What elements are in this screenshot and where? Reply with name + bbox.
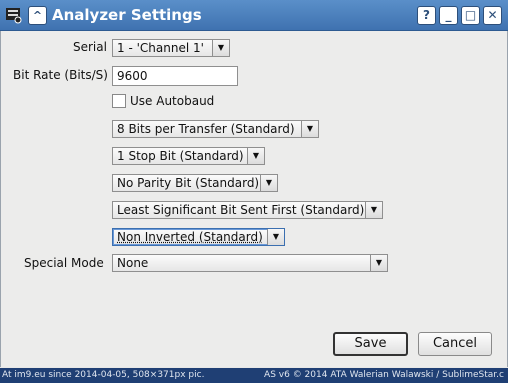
bitrate-input[interactable]: 9600 bbox=[112, 66, 238, 86]
special-mode-dropdown[interactable]: None ▼ bbox=[112, 254, 388, 272]
special-mode-label: Special Mode bbox=[24, 256, 104, 270]
parity-value: No Parity Bit (Standard) bbox=[117, 176, 260, 190]
stop-bits-dropdown[interactable]: 1 Stop Bit (Standard) ▼ bbox=[112, 147, 265, 165]
app-icon bbox=[5, 6, 23, 24]
window-title: Analyzer Settings bbox=[52, 6, 202, 24]
chevron-down-icon: ▼ bbox=[267, 229, 284, 245]
minimize-button[interactable]: _ bbox=[439, 6, 458, 25]
autobaud-checkbox[interactable] bbox=[112, 94, 126, 108]
chevron-down-icon: ▼ bbox=[370, 255, 387, 271]
close-button[interactable]: ✕ bbox=[483, 6, 502, 25]
stop-bits-value: 1 Stop Bit (Standard) bbox=[117, 149, 244, 163]
chevron-down-icon: ▼ bbox=[365, 202, 382, 218]
serial-dropdown[interactable]: 1 - 'Channel 1' ▼ bbox=[112, 39, 230, 57]
parity-dropdown[interactable]: No Parity Bit (Standard) ▼ bbox=[112, 174, 278, 192]
dialog-content: Serial 1 - 'Channel 1' ▼ Bit Rate (Bits/… bbox=[0, 31, 508, 367]
footer-bar: At im9.eu since 2014-04-05, 508×371px pi… bbox=[0, 368, 508, 383]
save-button[interactable]: Save bbox=[333, 332, 408, 356]
chevron-down-icon: ▼ bbox=[301, 121, 318, 137]
bit-order-value: Least Significant Bit Sent First (Standa… bbox=[117, 203, 365, 217]
autobaud-label: Use Autobaud bbox=[130, 94, 215, 108]
title-bar: ^ Analyzer Settings ? _ □ ✕ bbox=[0, 0, 508, 31]
chevron-down-icon: ▼ bbox=[260, 175, 277, 191]
footer-right-text: AS v6 © 2014 ATA Walerian Walawski / Sub… bbox=[264, 370, 504, 380]
bitrate-value: 9600 bbox=[117, 69, 148, 83]
chevron-down-icon: ▼ bbox=[212, 40, 229, 56]
collapse-icon[interactable]: ^ bbox=[28, 6, 47, 25]
serial-label: Serial bbox=[73, 40, 107, 54]
footer-left-text: At im9.eu since 2014-04-05, 508×371px pi… bbox=[2, 370, 205, 380]
serial-value: 1 - 'Channel 1' bbox=[117, 41, 204, 55]
inversion-value: Non Inverted (Standard) bbox=[117, 230, 263, 244]
bits-per-transfer-value: 8 Bits per Transfer (Standard) bbox=[117, 122, 295, 136]
bit-order-dropdown[interactable]: Least Significant Bit Sent First (Standa… bbox=[112, 201, 383, 219]
chevron-down-icon: ▼ bbox=[247, 148, 264, 164]
bits-per-transfer-dropdown[interactable]: 8 Bits per Transfer (Standard) ▼ bbox=[112, 120, 319, 138]
maximize-button[interactable]: □ bbox=[461, 6, 480, 25]
cancel-button[interactable]: Cancel bbox=[418, 332, 492, 356]
special-mode-value: None bbox=[117, 256, 149, 270]
inversion-dropdown[interactable]: Non Inverted (Standard) ▼ bbox=[112, 228, 285, 246]
bitrate-label: Bit Rate (Bits/S) bbox=[13, 68, 108, 82]
help-button[interactable]: ? bbox=[417, 6, 436, 25]
